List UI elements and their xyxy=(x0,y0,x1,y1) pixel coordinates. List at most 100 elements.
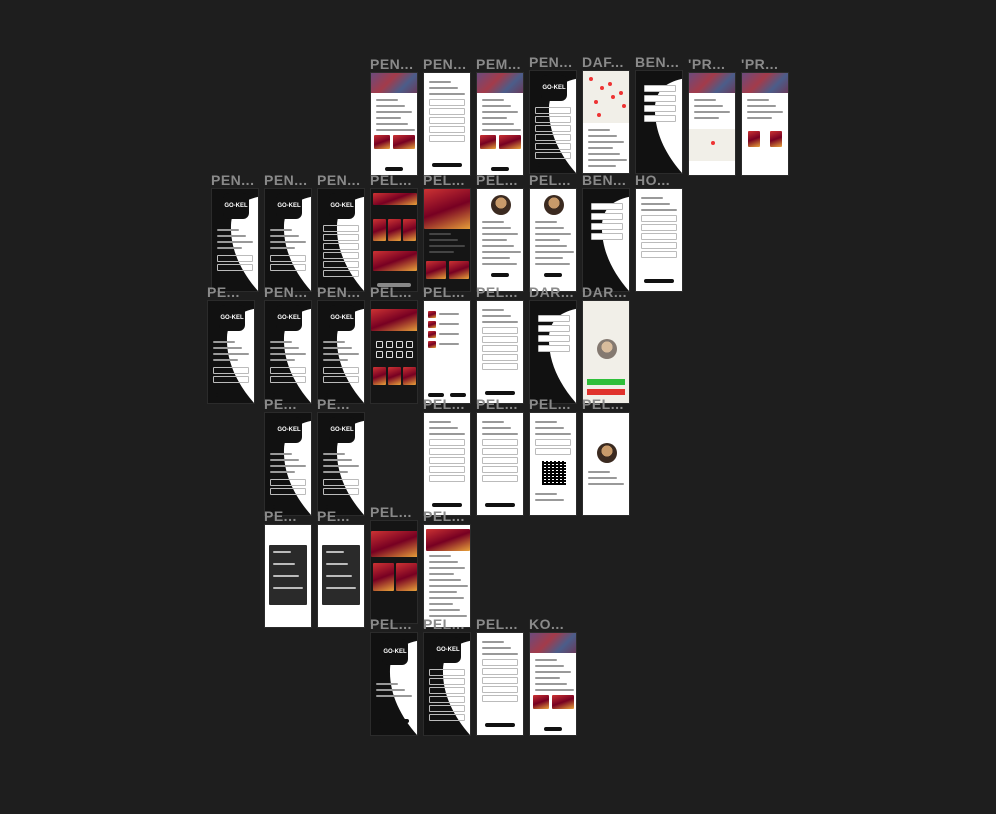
submit-button[interactable] xyxy=(485,723,515,727)
input-field[interactable] xyxy=(641,233,677,240)
frame-splash-login[interactable]: GO-KEL xyxy=(264,300,312,404)
menu-item[interactable] xyxy=(591,203,623,210)
frame-label[interactable]: PEL... xyxy=(370,616,422,632)
frame-label[interactable]: PEM... xyxy=(476,56,528,72)
frame-profile-people[interactable] xyxy=(741,72,789,176)
frame-splash-login[interactable]: GO-KEL xyxy=(207,300,255,404)
menu-item[interactable] xyxy=(538,315,570,322)
product-card[interactable] xyxy=(403,219,416,241)
input-field[interactable] xyxy=(535,116,571,123)
input-field[interactable] xyxy=(323,376,359,383)
input-field[interactable] xyxy=(482,659,518,666)
menu-item[interactable] xyxy=(644,105,676,112)
category-icon[interactable] xyxy=(386,351,393,358)
frame-profile-photo[interactable] xyxy=(370,72,418,176)
input-field[interactable] xyxy=(535,143,571,150)
frame-label[interactable]: PEL... xyxy=(370,504,422,520)
frame-label[interactable]: PEN... xyxy=(317,284,369,300)
map-pin-icon[interactable] xyxy=(622,104,626,108)
input-field[interactable] xyxy=(482,457,518,464)
input-field[interactable] xyxy=(482,345,518,352)
product-card[interactable] xyxy=(449,261,469,279)
frame-product-dark[interactable] xyxy=(423,188,471,292)
menu-item[interactable] xyxy=(538,325,570,332)
frame-label[interactable]: PEN... xyxy=(264,172,316,188)
category-icon[interactable] xyxy=(406,341,413,348)
input-field[interactable] xyxy=(270,376,306,383)
input-field[interactable] xyxy=(270,255,306,262)
input-field[interactable] xyxy=(482,677,518,684)
input-field[interactable] xyxy=(429,466,465,473)
input-field[interactable] xyxy=(429,126,465,133)
frame-splash-login[interactable]: GO-KEL xyxy=(264,412,312,516)
input-field[interactable] xyxy=(429,714,465,721)
accept-button[interactable] xyxy=(587,379,625,385)
category-icon[interactable] xyxy=(396,341,403,348)
frame-profile-avatar[interactable] xyxy=(476,188,524,292)
product-card[interactable] xyxy=(426,261,446,279)
input-field[interactable] xyxy=(323,367,359,374)
frame-form-light[interactable] xyxy=(423,72,471,176)
frame-list-items[interactable] xyxy=(423,300,471,404)
input-field[interactable] xyxy=(270,264,306,271)
decline-button[interactable] xyxy=(587,389,625,395)
input-field[interactable] xyxy=(213,367,249,374)
input-field[interactable] xyxy=(482,466,518,473)
frame-feed-dark[interactable] xyxy=(370,188,418,292)
frame-form-light[interactable] xyxy=(635,188,683,292)
input-field[interactable] xyxy=(535,134,571,141)
design-canvas[interactable]: PEN... PEN... PEM... PEN... GO-KEL DAF... BEN.… xyxy=(0,0,996,814)
menu-item[interactable] xyxy=(644,115,676,122)
frame-chat-dark[interactable] xyxy=(317,524,365,628)
menu-item[interactable] xyxy=(538,345,570,352)
frame-label[interactable]: PE... xyxy=(317,508,369,524)
frame-label[interactable]: PEL... xyxy=(582,396,634,412)
input-field[interactable] xyxy=(429,705,465,712)
frame-label[interactable]: PEL... xyxy=(476,172,528,188)
frame-curve-menu[interactable] xyxy=(635,70,683,174)
submit-button[interactable] xyxy=(432,163,462,167)
menu-item[interactable] xyxy=(644,95,676,102)
menu-item[interactable] xyxy=(591,213,623,220)
frame-splash-login[interactable]: GO-KEL xyxy=(211,188,259,292)
frame-qr[interactable] xyxy=(529,412,577,516)
frame-label[interactable]: PEL... xyxy=(423,508,475,524)
frame-label[interactable]: PEL... xyxy=(423,284,475,300)
product-card[interactable] xyxy=(373,219,386,241)
input-field[interactable] xyxy=(429,457,465,464)
frame-label[interactable]: PE... xyxy=(264,508,316,524)
input-field[interactable] xyxy=(270,488,306,495)
input-field[interactable] xyxy=(429,135,465,142)
submit-button[interactable] xyxy=(432,725,462,729)
input-field[interactable] xyxy=(429,117,465,124)
frame-label[interactable]: PEL... xyxy=(529,396,581,412)
bottom-nav[interactable] xyxy=(491,167,509,171)
map-pin-icon[interactable] xyxy=(600,86,604,90)
input-field[interactable] xyxy=(217,255,253,262)
input-field[interactable] xyxy=(429,108,465,115)
frame-map-list[interactable] xyxy=(582,70,630,174)
frame-label[interactable]: PEL... xyxy=(423,396,475,412)
product-card[interactable] xyxy=(388,367,401,385)
start-button[interactable] xyxy=(379,719,409,723)
frame-label[interactable]: 'PR... xyxy=(741,56,793,72)
map-pin-icon[interactable] xyxy=(611,95,615,99)
input-field[interactable] xyxy=(270,367,306,374)
frame-label[interactable]: PEL... xyxy=(476,396,528,412)
input-field[interactable] xyxy=(535,439,571,446)
input-field[interactable] xyxy=(641,251,677,258)
bottom-nav[interactable] xyxy=(385,167,403,171)
product-card[interactable] xyxy=(388,219,401,241)
frame-label[interactable]: DAR... xyxy=(582,284,634,300)
input-field[interactable] xyxy=(482,695,518,702)
input-field[interactable] xyxy=(641,224,677,231)
frame-form-logo[interactable]: GO-KEL xyxy=(317,188,365,292)
frame-label[interactable]: PEN... xyxy=(423,56,475,72)
input-field[interactable] xyxy=(641,242,677,249)
frame-avatar-center[interactable] xyxy=(582,412,630,516)
input-field[interactable] xyxy=(429,439,465,446)
frame-map-call[interactable] xyxy=(582,300,630,404)
frame-label[interactable]: PEN... xyxy=(211,172,263,188)
frame-label[interactable]: PEN... xyxy=(529,54,581,70)
frame-profile-photo[interactable] xyxy=(529,632,577,736)
